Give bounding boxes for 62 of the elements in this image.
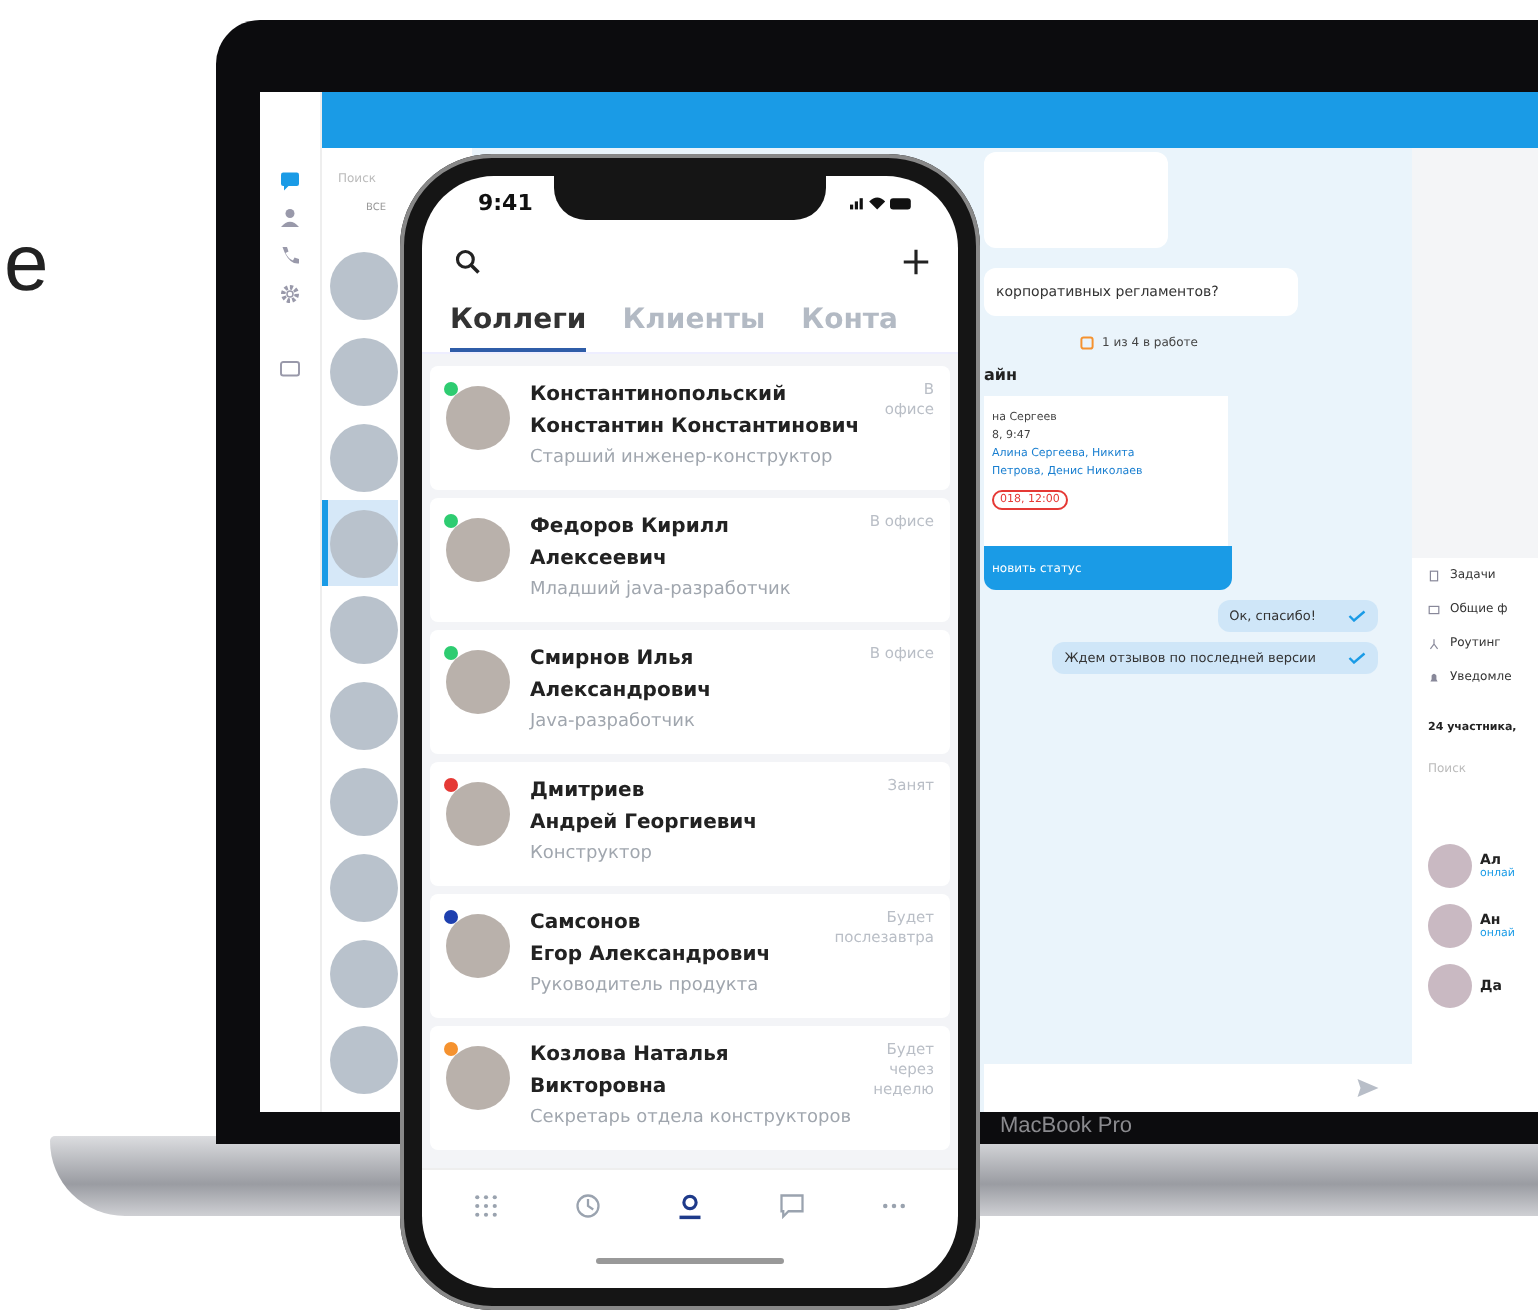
contact-name: Викторовна	[530, 1074, 669, 1102]
avatar	[330, 1025, 398, 1093]
contact-role: Секретарь отдела конструкторов	[530, 1106, 852, 1132]
status-time: 9:41	[478, 189, 533, 215]
contact-name: Алексеевич	[530, 546, 669, 574]
avatar	[446, 518, 510, 582]
avatar	[330, 853, 398, 921]
laptop-label: MacBook Pro	[1000, 1114, 1133, 1138]
contact-name: Андрей Георгиевич	[530, 810, 760, 838]
chat-list-item[interactable]	[322, 500, 398, 586]
avatar	[330, 337, 398, 405]
background-text: e	[4, 220, 49, 310]
chat-icon[interactable]	[278, 168, 302, 192]
bell-icon	[1428, 671, 1440, 683]
contact-name: Федоров Кирилл	[530, 514, 731, 542]
status-icons	[850, 193, 914, 211]
avatar	[330, 767, 398, 835]
avatar	[330, 509, 398, 577]
read-check-icon	[1348, 610, 1366, 622]
phone-icon[interactable]	[278, 244, 302, 268]
person-icon[interactable]	[675, 1192, 704, 1220]
contact-name: Константинопольский	[530, 382, 789, 410]
avatar	[330, 595, 398, 663]
avatar	[330, 681, 398, 749]
avatar	[1428, 904, 1472, 948]
contact-name: Константин Константинович	[530, 414, 860, 442]
avatar	[330, 423, 398, 491]
contact-name: Егор Александрович	[530, 942, 773, 970]
contact-role: Java-разработчик	[530, 710, 697, 736]
contact-role: Конструктор	[530, 842, 654, 868]
folder-icon	[1428, 603, 1440, 615]
avatar	[1428, 964, 1472, 1008]
list-icon	[1428, 569, 1440, 581]
contact-role: Старший инженер-конструктор	[530, 446, 835, 472]
add-icon[interactable]	[902, 248, 930, 276]
chat-icon[interactable]	[778, 1192, 807, 1220]
contact-name: Козлова Наталья	[530, 1042, 731, 1070]
clock-icon[interactable]	[573, 1192, 602, 1220]
contact-name: Дмитриев	[530, 778, 647, 806]
contact-name: Александрович	[530, 678, 714, 706]
avatar	[446, 386, 510, 450]
task-title: айн	[984, 366, 1018, 384]
contact-name: Смирнов Илья	[530, 646, 696, 674]
avatar	[1428, 844, 1472, 888]
avatar	[330, 939, 398, 1007]
settings-icon[interactable]	[278, 282, 302, 306]
avatar	[446, 782, 510, 846]
search-icon[interactable]	[454, 248, 482, 276]
folder-icon[interactable]	[278, 356, 302, 380]
avatar	[330, 251, 398, 319]
contact-name: Самсонов	[530, 910, 643, 938]
message-input[interactable]	[984, 1064, 1412, 1112]
grid-icon[interactable]	[471, 1192, 500, 1220]
contact-role: Младший java-разработчик	[530, 578, 793, 604]
avatar	[446, 650, 510, 714]
avatar	[446, 914, 510, 978]
fork-icon	[1428, 637, 1440, 649]
read-check-icon	[1348, 652, 1366, 664]
avatar	[446, 1046, 510, 1110]
clipboard-icon	[1080, 336, 1094, 350]
contact-role: Руководитель продукта	[530, 974, 761, 1000]
send-icon[interactable]	[1356, 1076, 1380, 1100]
